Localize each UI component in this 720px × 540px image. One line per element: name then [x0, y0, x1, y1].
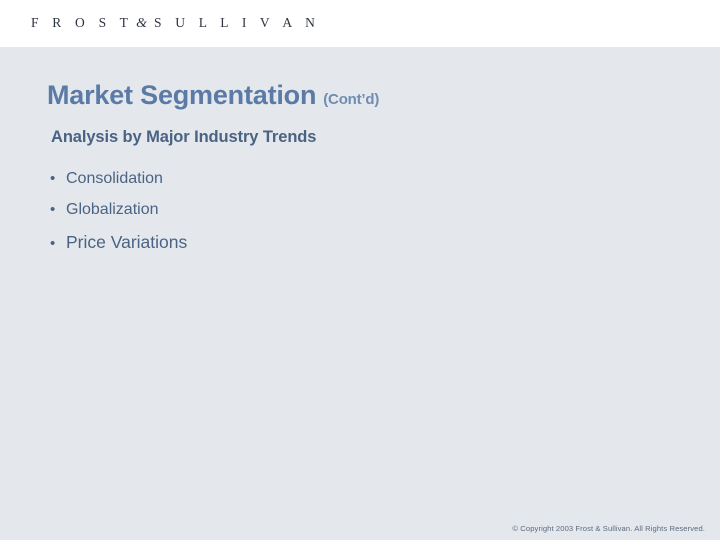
list-item: • Consolidation [50, 170, 187, 188]
header-band: F R O S T&S U L L I V A N [0, 0, 720, 47]
list-item-label: Consolidation [66, 170, 163, 188]
frost-sullivan-logo: F R O S T&S U L L I V A N [31, 15, 320, 32]
logo-word-frost: F R O S T [31, 15, 133, 30]
copyright-footer: © Copyright 2003 Frost & Sullivan. All R… [512, 524, 705, 533]
list-item-label: Globalization [66, 201, 159, 219]
page-subtitle: Analysis by Major Industry Trends [51, 128, 316, 147]
page-title: Market Segmentation (Cont’d) [47, 80, 379, 111]
bullet-list: • Consolidation • Globalization • Price … [50, 170, 187, 253]
bullet-dot-icon: • [50, 202, 66, 217]
list-item: • Price Variations [50, 232, 187, 253]
page-title-continued: (Cont’d) [323, 91, 379, 108]
slide: F R O S T&S U L L I V A N Market Segment… [0, 0, 720, 540]
list-item-label: Price Variations [66, 232, 187, 253]
bullet-dot-icon: • [50, 171, 66, 186]
logo-word-sullivan: S U L L I V A N [154, 15, 320, 30]
list-item: • Globalization [50, 201, 187, 219]
bullet-dot-icon: • [50, 236, 66, 251]
ampersand-icon: & [133, 16, 154, 31]
page-title-main: Market Segmentation [47, 80, 316, 110]
